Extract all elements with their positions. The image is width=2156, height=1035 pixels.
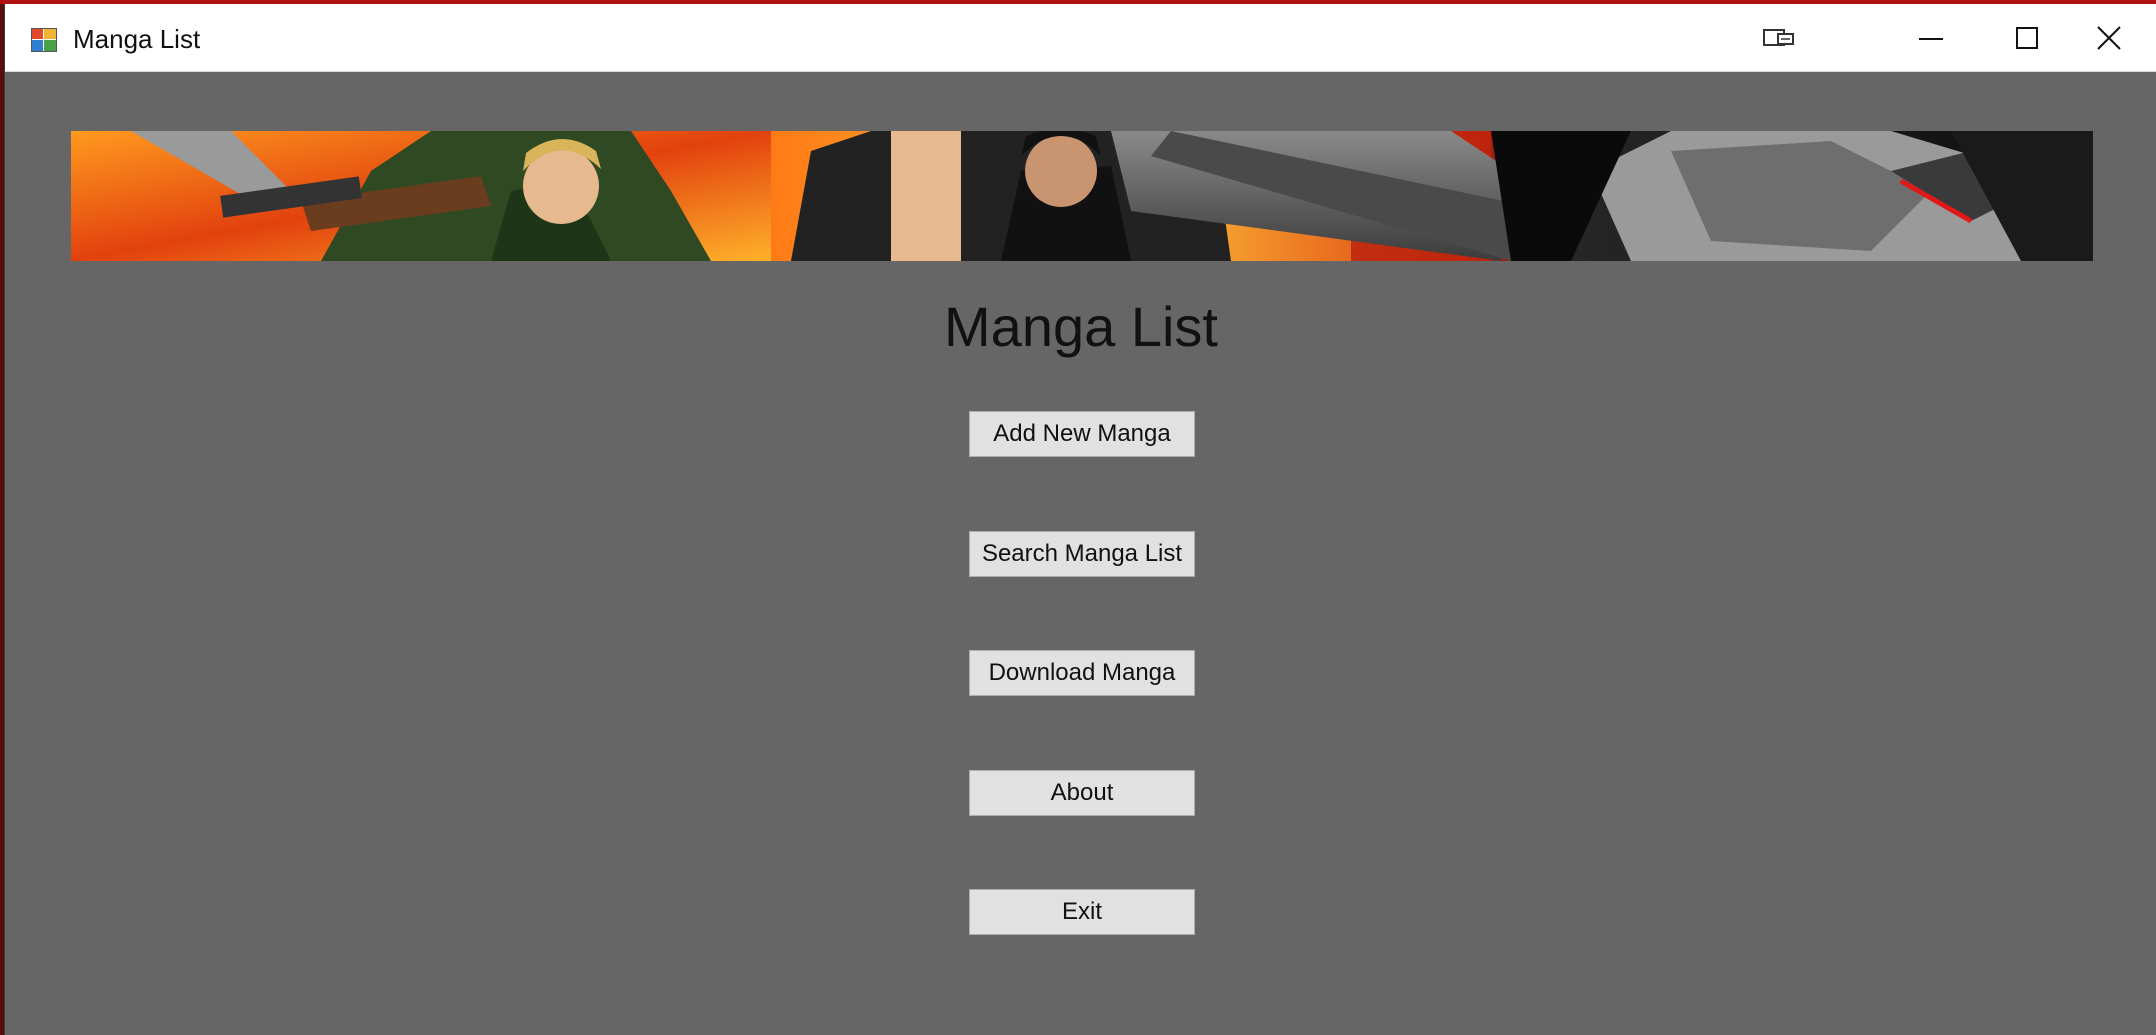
download-manga-button[interactable]: Download Manga — [969, 650, 1195, 696]
about-button[interactable]: About — [969, 770, 1195, 816]
maximize-icon — [2015, 26, 2039, 50]
tablet-mode-button[interactable] — [1731, 4, 1827, 72]
minimize-button[interactable] — [1883, 4, 1979, 72]
close-icon — [2096, 25, 2122, 51]
tablet-mode-icon — [1763, 28, 1795, 48]
minimize-icon — [1919, 26, 1943, 50]
close-button[interactable] — [2061, 4, 2156, 72]
app-icon — [31, 28, 57, 52]
main-window: Manga List Manga List Add New Manga Sear… — [4, 4, 2156, 1035]
window-title: Manga List — [73, 24, 201, 54]
title-bar[interactable]: Manga List — [5, 4, 2156, 72]
add-new-manga-button[interactable]: Add New Manga — [969, 411, 1195, 457]
search-manga-list-button[interactable]: Search Manga List — [969, 531, 1195, 577]
main-title: Manga List — [944, 295, 1218, 358]
exit-button[interactable]: Exit — [969, 889, 1195, 935]
banner-image — [71, 131, 2093, 261]
